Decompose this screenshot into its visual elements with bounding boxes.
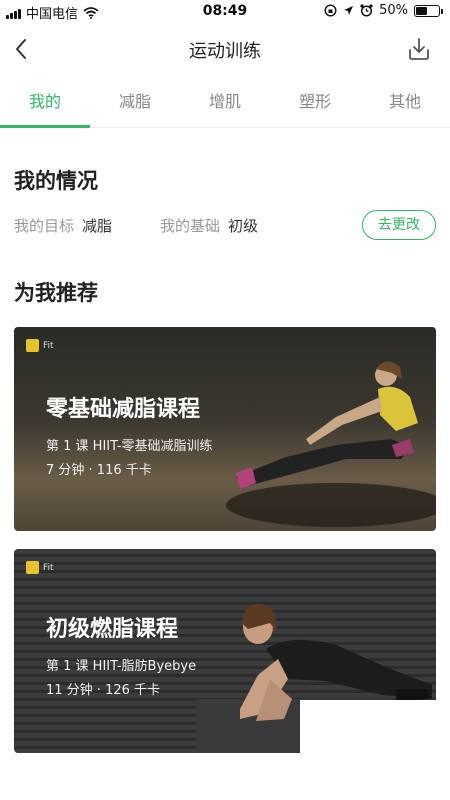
tab-other[interactable]: 其他 <box>360 84 450 127</box>
battery-icon <box>414 4 443 17</box>
category-tabs: 我的 减脂 增肌 塑形 其他 <box>0 84 450 128</box>
base-label: 我的基础 <box>160 216 221 235</box>
rotation-lock-icon <box>324 4 337 17</box>
course-title: 初级燃脂课程 <box>46 617 179 642</box>
goal-label: 我的目标 <box>14 216 75 235</box>
course-meta: 7 分钟 · 116 千卡 <box>46 463 152 478</box>
tab-fat-loss[interactable]: 减脂 <box>90 84 180 127</box>
my-status-row: 我的目标 减脂 我的基础 初级 去更改 <box>14 210 436 240</box>
tab-shaping[interactable]: 塑形 <box>270 84 360 127</box>
goal-value: 减脂 <box>82 216 113 235</box>
corner-overlay <box>300 700 450 800</box>
course-title: 零基础减脂课程 <box>46 397 201 422</box>
course-card[interactable]: Fit 零基础减脂课程 第 1 课 HIIT-零基础减脂训练 7 分钟 · 11… <box>14 327 436 531</box>
course-photo-stretching <box>226 361 436 527</box>
status-right: 50% <box>324 3 443 18</box>
page-title: 运动训练 <box>189 41 261 62</box>
course-meta: 11 分钟 · 126 千卡 <box>46 683 161 698</box>
download-button[interactable] <box>404 34 434 64</box>
change-button[interactable]: 去更改 <box>362 210 436 240</box>
battery-percent: 50% <box>379 3 408 18</box>
tab-muscle-gain[interactable]: 增肌 <box>180 84 270 127</box>
fit-logo-icon <box>26 561 39 574</box>
battery-fill <box>416 6 427 15</box>
tab-mine[interactable]: 我的 <box>0 84 90 128</box>
fit-logo-icon <box>26 339 39 352</box>
fit-logo: Fit <box>26 339 54 352</box>
course-lesson: 第 1 课 HIIT-脂肪Byebye <box>46 659 197 674</box>
nav-bar: 运动训练 <box>0 26 450 74</box>
download-icon <box>409 38 429 60</box>
recommend-title: 为我推荐 <box>14 281 98 305</box>
course-lesson: 第 1 课 HIIT-零基础减脂训练 <box>46 439 213 454</box>
fit-logo: Fit <box>26 561 54 574</box>
base-value: 初级 <box>228 216 259 235</box>
location-icon <box>344 6 354 15</box>
alarm-icon <box>360 4 373 17</box>
fit-logo-text: Fit <box>43 340 54 351</box>
my-status-title: 我的情况 <box>14 169 98 193</box>
fit-logo-text: Fit <box>43 562 54 573</box>
status-bar: 中国电信 08:49 50% <box>0 0 450 24</box>
